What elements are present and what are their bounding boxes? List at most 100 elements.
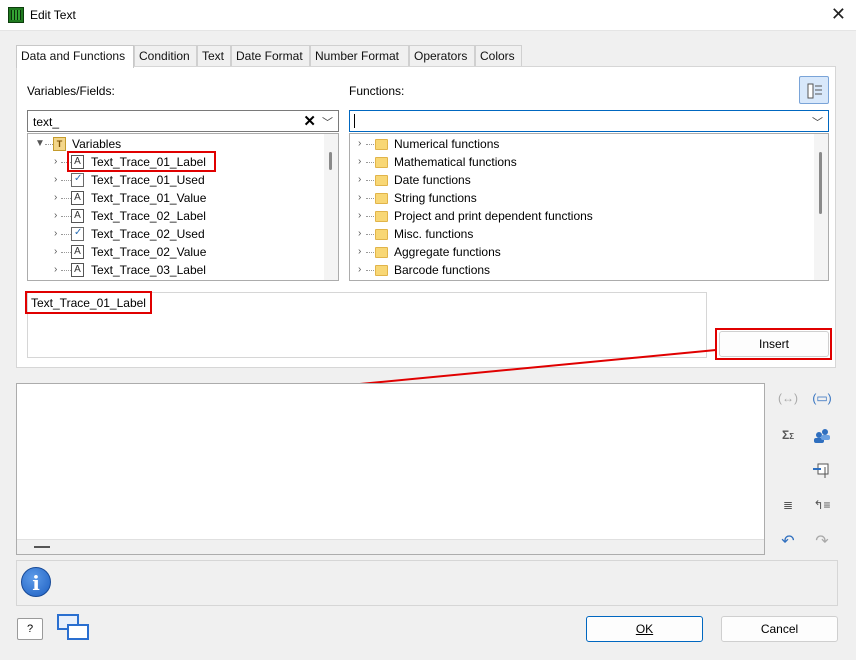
collapse-icon[interactable] [34,546,50,548]
expression-editor[interactable] [16,383,765,555]
close-icon[interactable]: ✕ [831,4,846,24]
ok-button[interactable]: OK [586,616,703,642]
tab-number-format[interactable]: Number Format [310,45,409,67]
text-variable-icon: A [71,191,84,205]
functions-tree[interactable]: › Numerical functions › Mathematical fun… [349,133,829,281]
text-variable-icon: A [71,209,84,223]
variable-item[interactable]: › A Text_Trace_03_Label [28,261,324,279]
variable-item[interactable]: › A Text_Trace_02_Label [28,207,324,225]
variable-item[interactable]: › A Text_Trace_01_Value [28,189,324,207]
tab-data-and-functions[interactable]: Data and Functions [16,45,134,68]
text-variable-icon: A [71,263,84,277]
users-icon[interactable] [811,424,833,446]
chevron-right-icon[interactable]: › [358,264,361,275]
function-category[interactable]: › Numerical functions [350,135,814,153]
split-view-icon [807,83,822,99]
cancel-button[interactable]: Cancel [721,616,838,642]
title-bar: Edit Text ✕ [0,0,856,31]
function-category[interactable]: › Aggregate functions [350,243,814,261]
folder-icon [375,265,388,276]
tab-colors[interactable]: Colors [475,45,522,67]
outdent-icon[interactable]: ↰≡ [811,494,833,516]
function-category[interactable]: › Barcode functions [350,261,814,279]
format-icon[interactable]: (▭) [811,387,833,409]
folder-icon [375,175,388,186]
chevron-down-icon[interactable]: ﹀ [322,114,333,130]
variable-label: Text_Trace_01_Value [91,191,207,205]
tab-operators[interactable]: Operators [409,45,475,67]
function-category-label: Project and print dependent functions [394,209,593,223]
text-variable-icon: A [71,155,84,169]
function-category[interactable]: › String functions [350,189,814,207]
variables-label: Variables/Fields: [27,84,115,98]
wrap-braces-icon[interactable]: (↔) [777,387,799,409]
variable-item[interactable]: › A Text_Trace_01_Label [28,153,324,171]
help-icon: ? [26,623,34,635]
variables-folder-icon: T [53,137,66,151]
variables-search-value: text_ [33,115,60,129]
redo-icon[interactable]: ↷ [811,531,833,553]
scrollbar-thumb[interactable] [819,152,822,214]
undo-icon[interactable]: ↶ [777,531,799,553]
folder-icon [375,229,388,240]
chevron-down-icon[interactable]: ﹀ [812,114,823,130]
bool-variable-icon [71,227,84,241]
chevron-right-icon[interactable]: › [54,228,57,239]
chevron-right-icon[interactable]: › [54,264,57,275]
functions-scrollbar[interactable] [814,134,828,280]
variable-label: Text_Trace_02_Label [91,209,206,223]
functions-search-input[interactable]: ﹀ [349,110,829,132]
insert-button[interactable]: Insert [719,331,829,357]
scrollbar-thumb[interactable] [329,152,332,170]
chevron-right-icon[interactable]: › [358,246,361,257]
chevron-right-icon[interactable]: › [54,192,57,203]
function-category-label: Misc. functions [394,227,474,241]
chevron-right-icon[interactable]: › [358,174,361,185]
chevron-right-icon[interactable]: › [358,138,361,149]
variables-search-input[interactable]: text_ ✕ ﹀ [27,110,339,132]
chevron-right-icon[interactable]: › [54,156,57,167]
text-variable-icon: A [71,245,84,259]
variable-label: Text_Trace_01_Label [91,155,206,169]
chevron-right-icon[interactable]: › [54,174,57,185]
function-category-label: Mathematical functions [394,155,517,169]
function-category[interactable]: › Date functions [350,171,814,189]
users-glyph [814,429,830,443]
chevron-right-icon[interactable]: › [358,156,361,167]
function-category[interactable]: › Misc. functions [350,225,814,243]
indent-icon[interactable]: ≣ [777,494,799,516]
folder-icon [375,193,388,204]
chevron-right-icon[interactable]: › [358,228,361,239]
chevron-right-icon[interactable]: › [358,192,361,203]
insert-field-icon[interactable] [811,459,833,481]
selection-preview: Text_Trace_01_Label [27,292,707,358]
chevron-right-icon[interactable]: › [358,210,361,221]
variables-tree[interactable]: ▼ T Variables › A Text_Trace_01_Label › … [27,133,339,281]
text-caret [354,114,355,128]
clear-icon[interactable]: ✕ [303,112,316,130]
editor-footer [17,539,764,554]
function-category-label: Date functions [394,173,471,187]
windows-icon[interactable] [57,614,91,642]
chevron-right-icon[interactable]: › [54,246,57,257]
variable-item[interactable]: › A Text_Trace_02_Value [28,243,324,261]
app-icon [8,7,24,23]
function-category[interactable]: › Project and print dependent functions [350,207,814,225]
folder-icon [375,211,388,222]
variable-item[interactable]: › Text_Trace_02_Used [28,225,324,243]
function-category[interactable]: › Mathematical functions [350,153,814,171]
tree-root-variables[interactable]: ▼ T Variables [28,135,324,153]
tab-condition[interactable]: Condition [134,45,197,67]
sum-icon[interactable]: ΣΣ [777,424,799,446]
chevron-down-icon[interactable]: ▼ [35,138,45,149]
variable-label: Text_Trace_03_Label [91,263,206,277]
variable-item[interactable]: › Text_Trace_01_Used [28,171,324,189]
layout-toggle-button[interactable] [799,76,829,104]
chevron-right-icon[interactable]: › [54,210,57,221]
variables-scrollbar[interactable] [324,134,338,280]
folder-icon [375,247,388,258]
variable-label: Text_Trace_02_Value [91,245,207,259]
tab-text[interactable]: Text [197,45,231,67]
help-button[interactable]: ? [17,618,43,640]
tab-date-format[interactable]: Date Format [231,45,310,67]
